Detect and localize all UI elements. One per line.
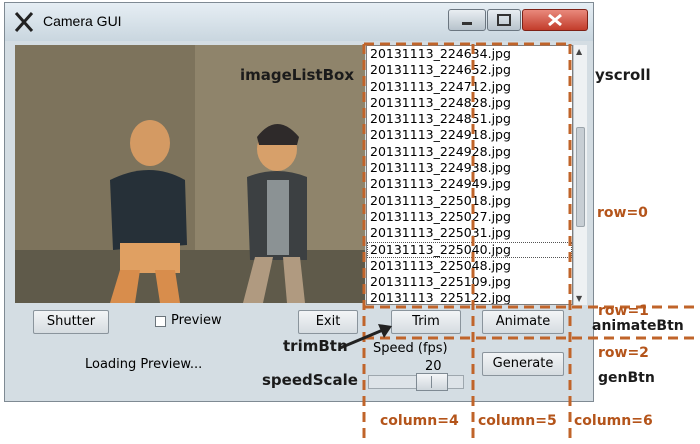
list-item[interactable]: 20131113_225018.jpg	[367, 193, 572, 209]
list-yscroll[interactable]: ▲ ▼	[573, 45, 587, 305]
annotation-row1: row=1	[598, 303, 649, 319]
list-item[interactable]: 20131113_225122.jpg	[367, 290, 572, 304]
preview-checkbox[interactable]	[155, 316, 166, 327]
list-item[interactable]: 20131113_225031.jpg	[367, 225, 572, 241]
close-button[interactable]	[522, 9, 588, 31]
minimize-button[interactable]	[448, 9, 486, 31]
maximize-icon	[497, 14, 511, 26]
list-item[interactable]: 20131113_225027.jpg	[367, 209, 572, 225]
title-bar[interactable]: Camera GUI	[5, 3, 593, 41]
speed-scale-slider[interactable]	[416, 373, 448, 391]
x-app-icon	[14, 12, 34, 32]
annotation-imagelistbox: imageListBox	[240, 66, 355, 84]
window-title: Camera GUI	[43, 13, 122, 29]
generate-button[interactable]: Generate	[482, 352, 564, 376]
annotation-trimbtn: trimBtn	[283, 337, 348, 355]
maximize-button[interactable]	[487, 9, 521, 31]
annotation-row0: row=0	[597, 205, 648, 221]
list-item[interactable]: 20131113_224652.jpg	[367, 62, 572, 78]
list-item[interactable]: 20131113_224928.jpg	[367, 144, 572, 160]
speed-value: 20	[425, 359, 442, 374]
annotation-column6: column=6	[574, 413, 653, 429]
list-item[interactable]: 20131113_225048.jpg	[367, 258, 572, 274]
list-item-selected[interactable]: 20131113_225040.jpg	[367, 241, 572, 258]
list-item[interactable]: 20131113_224938.jpg	[367, 160, 572, 176]
trim-button[interactable]: Trim	[391, 310, 461, 334]
list-item[interactable]: 20131113_224851.jpg	[367, 111, 572, 127]
close-icon	[548, 13, 562, 27]
scroll-up-icon[interactable]: ▲	[576, 47, 582, 56]
annotation-speedscale: speedScale	[262, 371, 358, 389]
animate-button[interactable]: Animate	[482, 310, 564, 334]
list-item[interactable]: 20131113_224712.jpg	[367, 79, 572, 95]
image-list-box[interactable]: 20131113_224634.jpg 20131113_224652.jpg …	[366, 45, 573, 305]
annotation-animatebtn: animateBtn	[592, 318, 684, 334]
list-item[interactable]: 20131113_224949.jpg	[367, 176, 572, 192]
annotation-yscroll: yscroll	[595, 66, 651, 84]
speed-label: Speed (fps)	[373, 341, 448, 356]
shutter-button[interactable]: Shutter	[33, 310, 109, 334]
annotation-column4: column=4	[380, 413, 459, 429]
annotation-genbtn: genBtn	[598, 370, 655, 386]
status-text: Loading Preview...	[85, 357, 203, 372]
scroll-thumb[interactable]	[576, 127, 585, 227]
annotation-row2: row=2	[598, 345, 649, 361]
annotation-column5: column=5	[478, 413, 557, 429]
exit-button[interactable]: Exit	[298, 310, 358, 334]
list-item[interactable]: 20131113_224828.jpg	[367, 95, 572, 111]
list-item[interactable]: 20131113_224634.jpg	[367, 46, 572, 62]
preview-checkbox-label: Preview	[171, 313, 222, 328]
minimize-icon	[462, 22, 472, 25]
list-item[interactable]: 20131113_225109.jpg	[367, 274, 572, 290]
list-item[interactable]: 20131113_224918.jpg	[367, 127, 572, 143]
scroll-down-icon[interactable]: ▼	[576, 294, 582, 303]
